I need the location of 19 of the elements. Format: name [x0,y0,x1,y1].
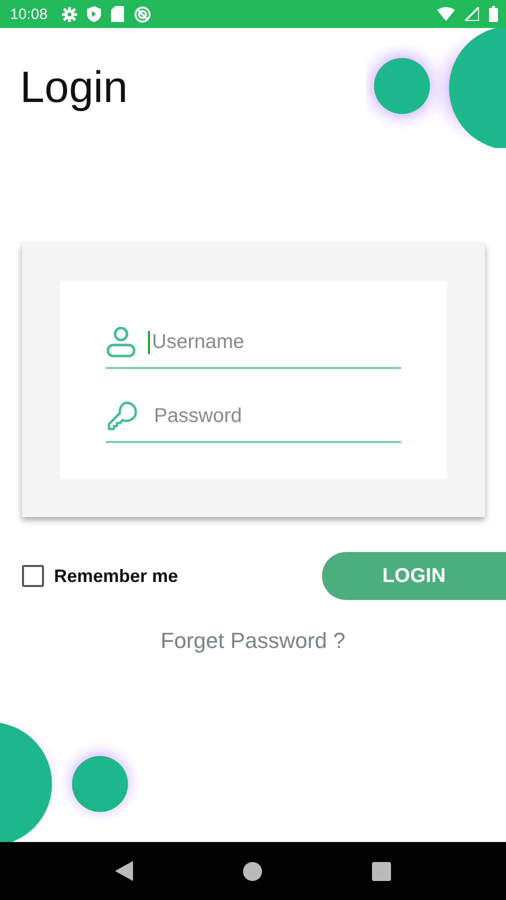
wifi-icon [437,7,455,21]
shield-icon [86,6,101,22]
battery-icon [489,6,498,22]
user-icon [106,326,136,358]
page-title: Login [20,63,128,113]
back-icon[interactable] [115,861,133,881]
input-field[interactable]: Username [148,330,392,354]
blocked-icon [134,6,151,22]
key-icon [106,400,138,432]
gear-icon [62,6,77,22]
recents-icon[interactable] [372,862,391,880]
login-button[interactable]: LOGIN [322,552,506,600]
signal-icon [465,7,479,21]
sd-card-icon [110,6,124,22]
forgot-password-link[interactable]: Forget Password ? [160,628,346,654]
remember-checkbox[interactable]: Remember me [22,565,178,587]
status-time: 10:08 [10,6,48,22]
home-icon[interactable] [243,862,262,880]
input-field[interactable]: Password [150,404,394,428]
